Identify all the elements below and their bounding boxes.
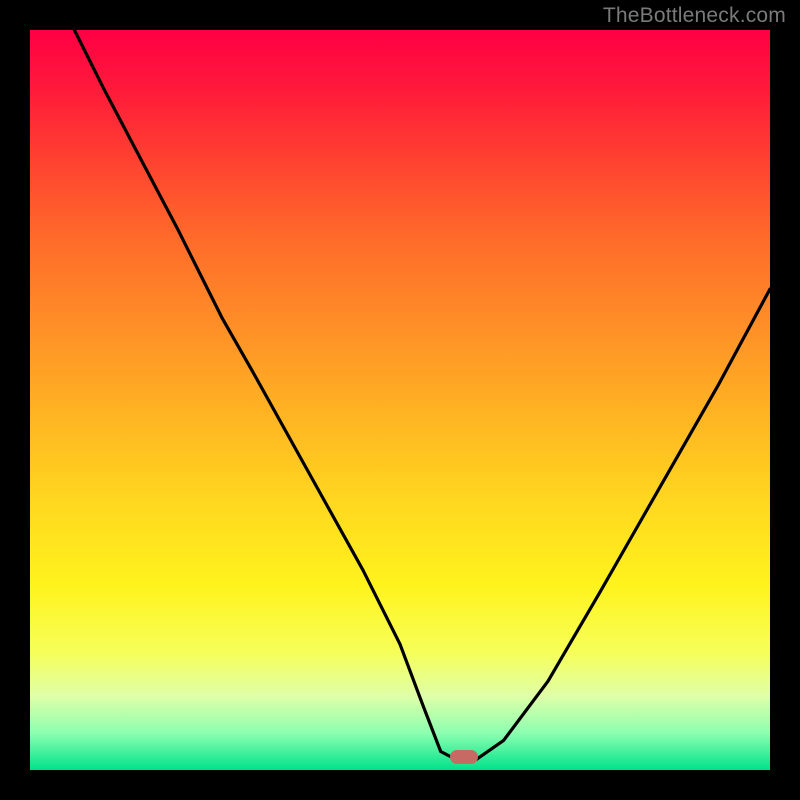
watermark-text: TheBottleneck.com [603,4,786,28]
optimal-point-marker [450,750,478,764]
bottleneck-curve [30,30,770,770]
chart-frame: TheBottleneck.com [0,0,800,800]
plot-area [30,30,770,770]
